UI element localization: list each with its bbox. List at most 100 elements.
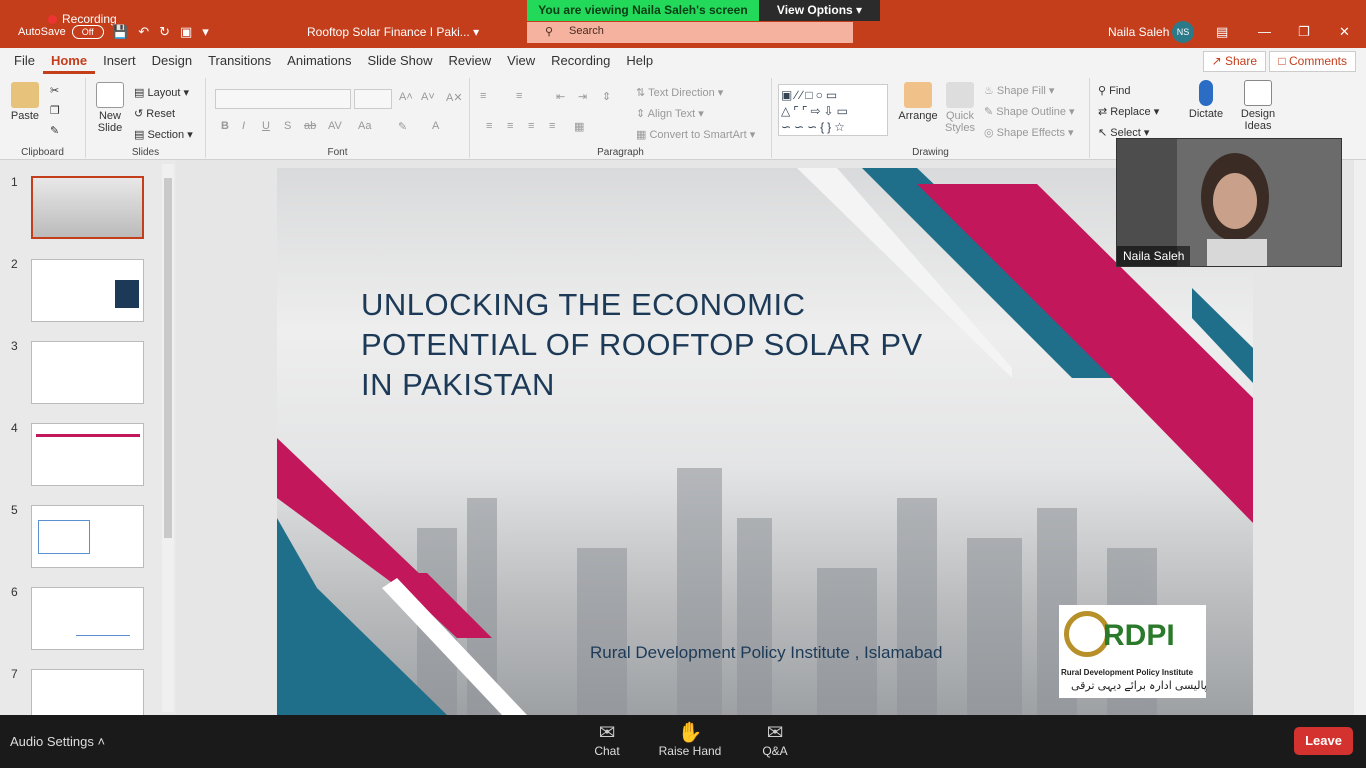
convert-smartart-label: Convert to SmartArt (649, 129, 747, 141)
text-direction-button[interactable]: ⇅ Text Direction ▾ (636, 86, 723, 99)
logo-urdu-name: پالیسی ادارہ برائے دیہی ترقی (1071, 680, 1207, 692)
search-icon: ⚲ (545, 26, 554, 38)
save-icon[interactable]: 💾 (112, 24, 128, 40)
minimize-icon[interactable]: — (1258, 24, 1271, 39)
char-spacing-icon[interactable]: AV (328, 120, 342, 132)
align-center-icon[interactable]: ≡ (507, 120, 513, 132)
logo-full-name: Rural Development Policy Institute (1061, 668, 1194, 677)
font-size-box[interactable] (354, 89, 392, 109)
line-spacing-icon[interactable]: ⇕ (602, 90, 611, 103)
shape-outline-button[interactable]: ✎ Shape Outline ▾ (984, 105, 1075, 118)
grow-font-icon[interactable]: A˄ (399, 91, 413, 103)
view-options-button[interactable]: View Options ▾ (759, 0, 880, 21)
thumbnail-slide-6[interactable] (31, 587, 144, 650)
thumbnail-slide-3[interactable] (31, 341, 144, 404)
slide-subtitle[interactable]: Rural Development Policy Institute , Isl… (590, 643, 942, 663)
leave-button[interactable]: Leave (1294, 727, 1353, 755)
align-left-icon[interactable]: ≡ (486, 120, 492, 132)
find-button[interactable]: ⚲ Find (1098, 84, 1131, 97)
tab-file[interactable]: File (6, 48, 43, 74)
autosave-switch[interactable]: Off (71, 25, 104, 39)
slide-title[interactable]: UNLOCKING THE ECONOMIC POTENTIAL OF ROOF… (361, 285, 961, 405)
document-title[interactable]: Rooftop Solar Finance I Paki... ▾ (307, 25, 479, 39)
numbering-icon[interactable]: ≡ (516, 90, 522, 102)
customize-qat-icon[interactable]: ▾ (202, 24, 209, 40)
layout-button[interactable]: ▤ Layout ▾ (134, 86, 189, 99)
rdpi-logo: RDPI Rural Development Policy Institute … (1059, 605, 1207, 698)
thumbnail-slide-5[interactable] (31, 505, 144, 568)
slide[interactable]: UNLOCKING THE ECONOMIC POTENTIAL OF ROOF… (277, 168, 1253, 715)
thumb-graphic (76, 608, 130, 636)
thumbnail-slide-4[interactable] (31, 423, 144, 486)
drawing-group-label: Drawing (912, 147, 949, 158)
italic-icon[interactable]: I (242, 120, 245, 132)
redo-icon[interactable]: ↻ (159, 24, 170, 40)
tab-transitions[interactable]: Transitions (200, 48, 279, 74)
tab-slide-show[interactable]: Slide Show (359, 48, 440, 74)
design-ideas-button[interactable]: Design Ideas (1234, 80, 1282, 132)
shapes-gallery[interactable]: ▣∕∕□○▭ △⌜⌜⇨⇩▭ ∽∽∽{}☆ (778, 84, 888, 136)
shadow-icon[interactable]: S (284, 120, 291, 132)
columns-icon[interactable]: ▦ (574, 120, 584, 133)
canvas-scrollbar[interactable] (1354, 160, 1366, 715)
thumbnail-slide-7[interactable] (31, 669, 144, 715)
restore-icon[interactable]: ❐ (1298, 24, 1310, 40)
shrink-font-icon[interactable]: A˅ (421, 91, 435, 103)
align-text-button[interactable]: ⇕ Align Text ▾ (636, 107, 704, 120)
clipboard-group: Paste ✂ ❐ ✎ Clipboard (0, 78, 86, 158)
qa-button[interactable]: ✉ Q&A (745, 720, 805, 758)
font-name-box[interactable] (215, 89, 351, 109)
reset-button[interactable]: ↺ Reset (134, 107, 175, 120)
comments-button[interactable]: □ Comments (1269, 51, 1356, 72)
thumbnail-slide-2[interactable] (31, 259, 144, 322)
quick-styles-button[interactable]: Quick Styles (940, 82, 980, 134)
search-box[interactable]: ⚲ Search (527, 22, 853, 43)
raise-hand-button[interactable]: ✋ Raise Hand (658, 720, 722, 758)
underline-icon[interactable]: U (262, 120, 270, 132)
bullets-icon[interactable]: ≡ (480, 90, 486, 102)
tab-insert[interactable]: Insert (95, 48, 144, 74)
undo-icon[interactable]: ↶ (138, 24, 149, 40)
present-icon[interactable]: ▣ (180, 24, 192, 40)
replace-button[interactable]: ⇄ Replace ▾ (1098, 105, 1159, 118)
tab-review[interactable]: Review (441, 48, 500, 74)
quick-styles-label: Quick Styles (945, 110, 975, 134)
font-color-icon[interactable]: A (432, 120, 439, 132)
increase-indent-icon[interactable]: ⇥ (578, 90, 587, 103)
cut-icon[interactable]: ✂ (50, 84, 59, 97)
tab-animations[interactable]: Animations (279, 48, 359, 74)
autosave-toggle[interactable]: AutoSave Off (18, 25, 104, 39)
chat-button[interactable]: ✉ Chat (577, 720, 637, 758)
tab-help[interactable]: Help (618, 48, 661, 74)
thumbnail-slide-1[interactable] (31, 176, 144, 239)
shape-fill-button[interactable]: ♨ Shape Fill ▾ (984, 84, 1054, 97)
ribbon-display-icon[interactable]: ▤ (1216, 24, 1228, 40)
tab-recording[interactable]: Recording (543, 48, 618, 74)
paste-button[interactable]: Paste (8, 82, 42, 122)
tab-home[interactable]: Home (42, 48, 96, 74)
convert-smartart-button[interactable]: ▦ Convert to SmartArt ▾ (636, 128, 755, 141)
new-slide-button[interactable]: New Slide (92, 82, 128, 134)
audio-settings-button[interactable]: Audio Settings ˄ (10, 734, 105, 749)
shape-effects-button[interactable]: ◎ Shape Effects ▾ (984, 126, 1074, 139)
justify-icon[interactable]: ≡ (549, 120, 555, 132)
format-painter-icon[interactable]: ✎ (50, 124, 59, 137)
align-right-icon[interactable]: ≡ (528, 120, 534, 132)
section-button[interactable]: ▤ Section ▾ (134, 128, 193, 141)
strikethrough-icon[interactable]: ab (304, 120, 316, 132)
change-case-icon[interactable]: Aa (358, 120, 371, 132)
close-icon[interactable]: ✕ (1339, 24, 1350, 40)
copy-icon[interactable]: ❐ (50, 104, 60, 117)
share-button[interactable]: ↗ Share (1202, 51, 1266, 72)
scrollbar-thumb[interactable] (164, 178, 172, 538)
tab-design[interactable]: Design (144, 48, 200, 74)
dictate-button[interactable]: Dictate (1184, 80, 1228, 120)
decrease-indent-icon[interactable]: ⇤ (556, 90, 565, 103)
tab-view[interactable]: View (499, 48, 543, 74)
thumbnail-scrollbar[interactable] (162, 164, 174, 712)
arrange-button[interactable]: Arrange (896, 82, 940, 122)
avatar[interactable]: NS (1172, 21, 1194, 43)
highlight-icon[interactable]: ✎ (398, 120, 407, 133)
bold-icon[interactable]: B (221, 120, 229, 132)
clear-format-icon[interactable]: A✕ (446, 91, 463, 104)
